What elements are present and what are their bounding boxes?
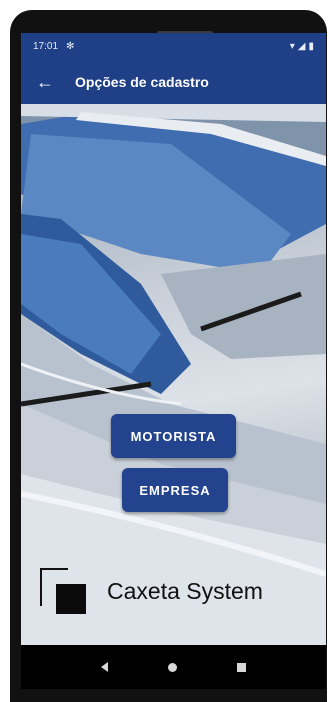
navigation-bar [21, 645, 326, 689]
empresa-button[interactable]: EMPRESA [122, 468, 228, 512]
nav-back-icon[interactable] [101, 662, 108, 672]
arrow-left-icon[interactable]: ← [33, 70, 57, 94]
status-time: 17:01 [33, 41, 59, 52]
nav-recent-icon[interactable] [237, 662, 246, 672]
battery-icon: ▮ [308, 41, 314, 52]
brand-name: Caxeta System [107, 578, 263, 604]
signal-icon: ◢ [297, 41, 306, 52]
app-screen: 17:01 ✻ ▾ ◢ ▮ ← Opções de cadastro MOTOR… [21, 33, 326, 645]
status-icons: ▾ ◢ ▮ [290, 41, 314, 52]
status-bar: 17:01 ✻ ▾ ◢ ▮ [21, 33, 326, 60]
caxeta-logo-icon [40, 568, 88, 616]
wifi-icon: ▾ [289, 41, 295, 52]
background-image [21, 104, 326, 645]
app-bar: ← Opções de cadastro [21, 60, 326, 104]
gear-icon: ✻ [66, 41, 75, 52]
nav-home-icon[interactable] [168, 662, 177, 672]
cars-illustration [21, 104, 326, 645]
logo-square [56, 584, 86, 614]
page-title: Opções de cadastro [75, 74, 209, 90]
logo-outline-left [40, 568, 42, 606]
motorista-button[interactable]: MOTORISTA [111, 414, 236, 458]
